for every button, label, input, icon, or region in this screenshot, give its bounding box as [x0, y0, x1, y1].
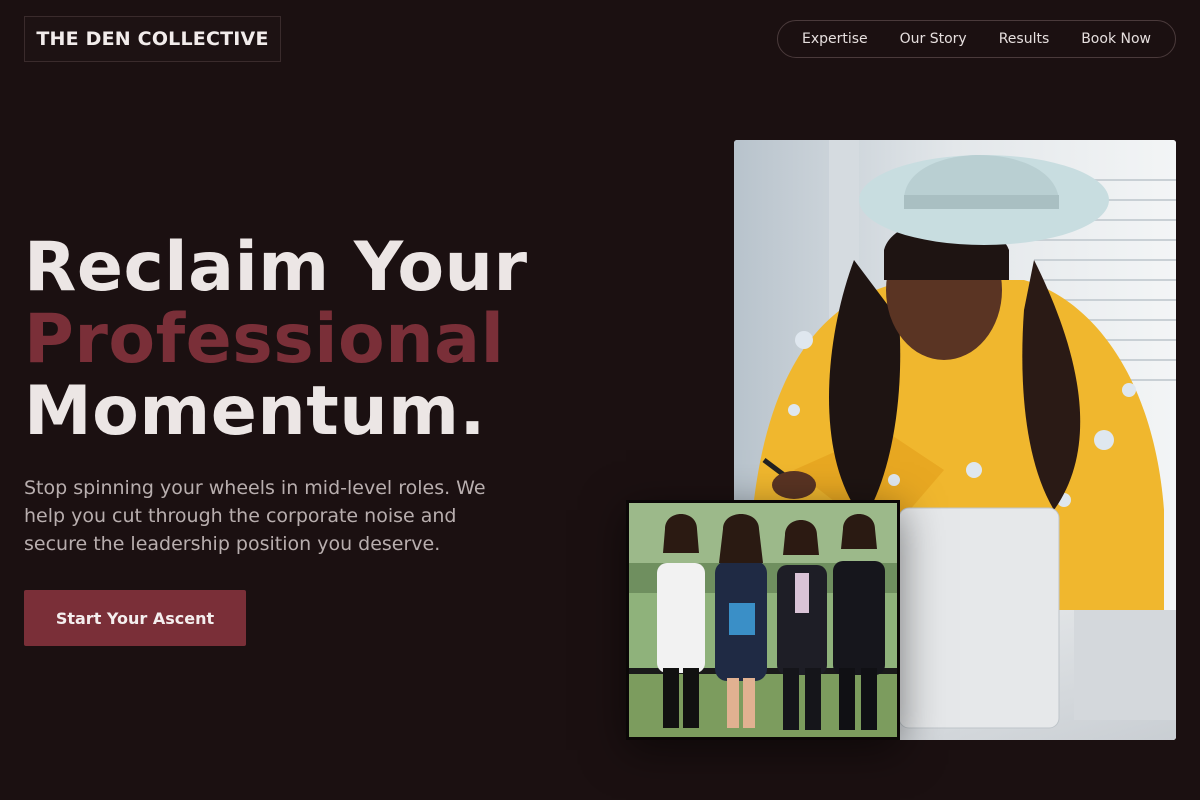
brand-logo[interactable]: THE DEN COLLECTIVE [24, 16, 281, 62]
landing-page: THE DEN COLLECTIVE Expertise Our Story R… [0, 0, 1200, 800]
group-of-women-image [629, 503, 897, 737]
nav-link-results[interactable]: Results [999, 31, 1050, 47]
headline-accent: Professional [24, 300, 505, 379]
nav-link-expertise[interactable]: Expertise [802, 31, 868, 47]
start-ascent-button[interactable]: Start Your Ascent [24, 590, 246, 646]
hero-headline: Reclaim Your Professional Momentum. [24, 232, 527, 448]
headline-line-1: Reclaim Your [24, 228, 528, 307]
nav-link-our-story[interactable]: Our Story [900, 31, 967, 47]
hero-photo-group [626, 500, 900, 740]
main-nav: Expertise Our Story Results Book Now [777, 20, 1176, 58]
hero-subtext: Stop spinning your wheels in mid-level r… [24, 477, 486, 555]
nav-link-book-now[interactable]: Book Now [1081, 31, 1151, 47]
headline-line-3: Momentum. [24, 372, 486, 451]
